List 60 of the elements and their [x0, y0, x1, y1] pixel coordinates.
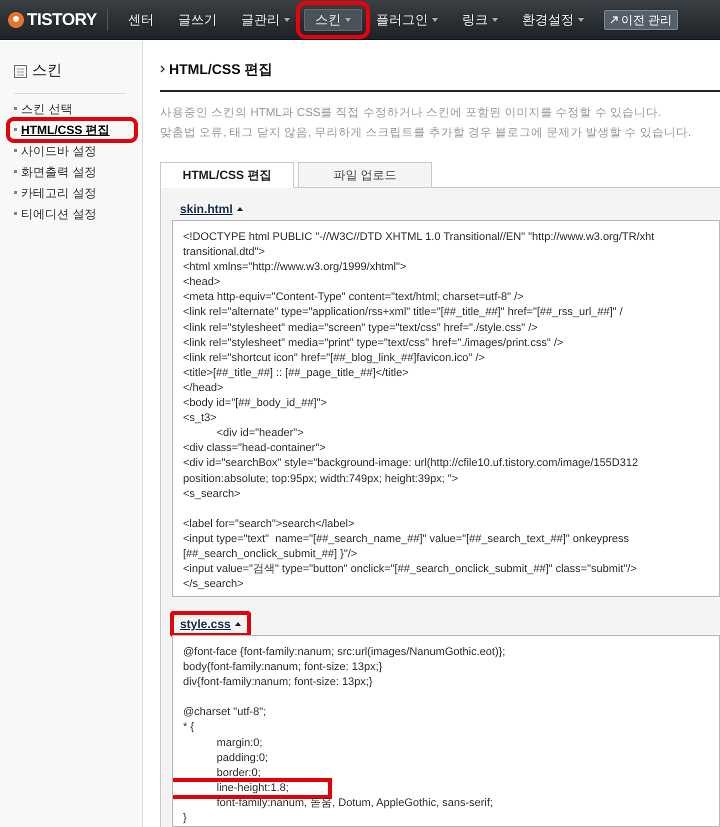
- skin-icon: [14, 64, 27, 78]
- nav-menu-item[interactable]: 글관리: [230, 9, 300, 31]
- code-line: margin:0;: [216, 736, 262, 751]
- caret-icon: [234, 622, 241, 626]
- arrow-icon: [610, 16, 618, 24]
- nav-menu-item[interactable]: 환경설정: [512, 9, 594, 31]
- code-line: * {: [183, 720, 194, 736]
- tab[interactable]: 파일 업로드: [298, 162, 432, 188]
- code-line: div{font-family:nanum; font-size: 13px;}: [183, 675, 373, 690]
- logo-icon: [8, 12, 24, 28]
- caret-icon: [236, 207, 243, 211]
- sidebar-item[interactable]: 화면출력 설정: [10, 162, 134, 180]
- code-line: <s_t3>: [183, 411, 217, 426]
- code-line: line-height:1.8;: [173, 780, 329, 796]
- code-line: <input value="검색" type="button" onclick="[##_search_onclick_submit_##]" class="submit"/>: [183, 562, 637, 578]
- code-line: <div class="head-container">: [183, 441, 326, 456]
- code-line: <meta http-equiv="Content-Type" content="text/html; charset=utf-8" />: [183, 290, 524, 306]
- description-text: 사용중인 스킨의 HTML과 CSS를 직접 수정하거나 스킨에 포함된 이미지를 수정할 수 있습니다.: [160, 106, 662, 121]
- code-line: <link rel="shortcut icon" href="[##_blog_link_##]favicon.ico" />: [183, 350, 485, 366]
- logo-text: TISTORY: [27, 9, 97, 32]
- code-line: @charset "utf-8";: [183, 705, 266, 720]
- code-line: <s_search>: [183, 486, 240, 502]
- code-line: <link rel="stylesheet" media="screen" type="text/css" href="./style.css" />: [183, 320, 538, 336]
- code-line: @font-face {font-family:nanum; src:url(images/NanumGothic.eot)};: [183, 645, 506, 660]
- code-line: <title>[##_title_##] :: [##_page_title_##]</title>: [183, 366, 409, 381]
- file-toggle[interactable]: skin.html: [170, 196, 253, 222]
- code-line: transitional.dtd">: [183, 245, 265, 260]
- code-line: <!DOCTYPE html PUBLIC "-//W3C//DTD XHTML 1.0 Transitional//EN" "http://www.w3.org/TR/xht: [183, 230, 654, 245]
- sidebar-title: 스킨: [32, 61, 62, 81]
- nav-menu-item[interactable]: 플러그인: [366, 9, 448, 31]
- code-line: }: [183, 811, 187, 826]
- code-line: </s_search>: [183, 577, 244, 592]
- nav-menu-item[interactable]: 글쓰기: [168, 9, 227, 31]
- code-line: <input type="text" name="[##_search_name_##]" value="[##_search_text_##]" onkeypress: [183, 532, 629, 547]
- legacy-admin-button[interactable]: 이전 관리: [604, 10, 678, 30]
- nav-menu-item[interactable]: 링크: [452, 9, 508, 31]
- code-line: <label for="search">search</label>: [183, 516, 354, 532]
- tab[interactable]: HTML/CSS 편집: [160, 162, 294, 188]
- chevron-icon: [160, 65, 165, 73]
- sidebar-item[interactable]: 카테고리 설정: [10, 184, 134, 202]
- sidebar-item[interactable]: 사이드바 설정: [10, 142, 134, 160]
- code-line: <body id="[##_body_id_##]">: [183, 396, 327, 412]
- code-line: <div id="searchBox" style="background-image: url(http://cfile10.uf.tistory.com/image/155D312: [183, 456, 638, 472]
- code-line: body{font-family:nanum; font-size: 13px;}: [183, 660, 382, 676]
- code-line: <head>: [183, 275, 220, 290]
- page-title: HTML/CSS 편집: [169, 60, 272, 78]
- code-line: <link rel="alternate" type="application/rss+xml" title="[##_title_##]" href="[##_rss_url_##]" /: [183, 305, 623, 320]
- code-line: position:absolute; top:95px; width:749px; height:39px; ">: [183, 472, 458, 486]
- code-line: [##_search_onclick_submit_##] }"/>: [183, 546, 358, 562]
- code-line: <link rel="stylesheet" media="print" type="text/css" href="./images/print.css" />: [183, 336, 564, 351]
- code-line: <html xmlns="http://www.w3.org/1999/xhtml">: [183, 260, 406, 276]
- description-text: 맞춤법 오류, 태그 닫지 않음, 무리하게 스크립트를 추가할 경우 블로그에 문제가 발생할 수 있습니다.: [160, 126, 692, 141]
- sidebar-item[interactable]: 스킨 선택: [10, 100, 134, 118]
- code-line: border:0;: [216, 766, 261, 781]
- code-line: padding:0;: [216, 750, 268, 766]
- code-line: <div id="header">: [216, 426, 304, 442]
- nav-menu-item[interactable]: 센터: [118, 9, 164, 31]
- sidebar-item[interactable]: 티에디션 설정: [10, 204, 134, 222]
- code-line: font-family:nanum, 돋움, Dotum, AppleGothic, sans-serif;: [216, 796, 493, 811]
- code-line: </head>: [183, 380, 224, 396]
